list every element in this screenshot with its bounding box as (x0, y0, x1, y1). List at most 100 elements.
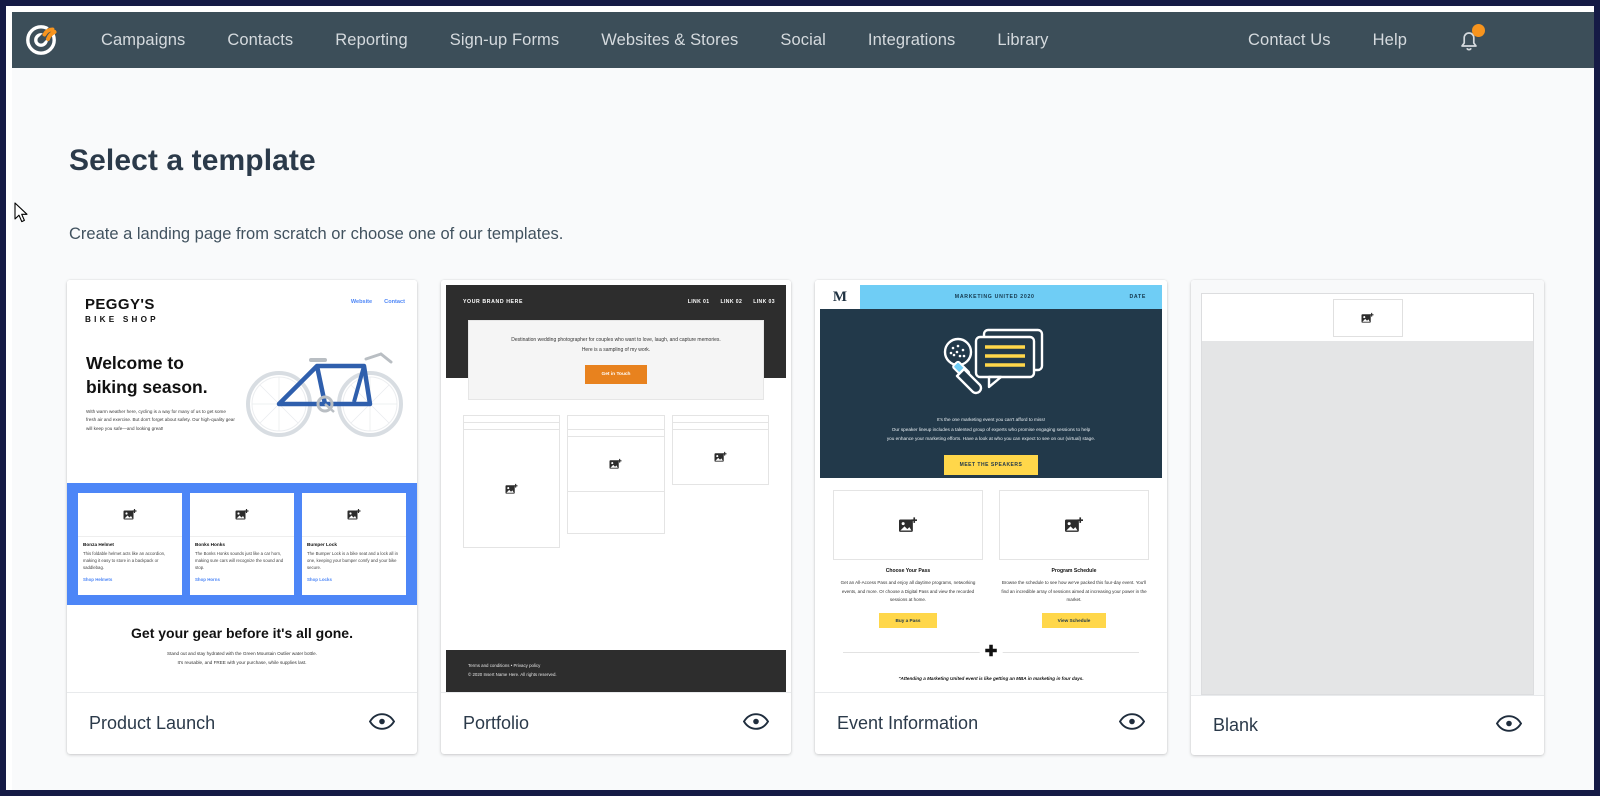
column-title: Program Schedule (1051, 568, 1096, 574)
product-title: Bumper Lock (307, 542, 401, 547)
cta-subtext: Stand out and stay hydrated with the Gre… (67, 650, 417, 667)
preview-eye-icon[interactable] (369, 713, 395, 735)
primary-nav: Campaigns Contacts Reporting Sign-up For… (80, 25, 1070, 56)
cta-heading: Get your gear before it's all gone. (67, 625, 417, 641)
preview-column: Choose Your Pass Get an All-Access Pass … (833, 490, 983, 628)
template-preview-product-launch: PEGGY'S BIKE SHOP Website Contact Welcom… (67, 280, 417, 692)
nav-item-contacts[interactable]: Contacts (206, 25, 314, 56)
image-placeholder-icon (190, 493, 294, 537)
preview-eye-icon[interactable] (743, 713, 769, 735)
page-subtitle: Create a landing page from scratch or ch… (69, 225, 563, 244)
preview-brand: PEGGY'S BIKE SHOP (85, 296, 159, 324)
preview-nav-website: Website (351, 299, 372, 305)
preview-body-copy: With warm weather here, cycling is a way… (86, 408, 236, 433)
image-placeholder-icon (672, 429, 769, 485)
notification-badge (1472, 24, 1485, 37)
browser-frame: Campaigns Contacts Reporting Sign-up For… (0, 0, 1600, 796)
product-title: Bonks Honks (195, 542, 289, 547)
preview-nav-link-01: LINK 01 (688, 299, 710, 305)
nav-item-campaigns[interactable]: Campaigns (80, 25, 206, 56)
nav-item-sign-up-forms[interactable]: Sign-up Forms (429, 25, 581, 56)
image-placeholder-icon (78, 493, 182, 537)
preview-nav-links: Website Contact (351, 299, 405, 305)
product-link: Shop Helmets (78, 571, 182, 587)
template-card-blank[interactable]: Blank (1191, 280, 1544, 755)
mouse-cursor (14, 202, 30, 226)
preview-event-date: DATE (1129, 294, 1162, 300)
product-title: Bonza Helmet (83, 542, 177, 547)
column-desc: Browse the schedule to see how we've pac… (999, 579, 1149, 605)
template-card-event-information[interactable]: M MARKETING UNITED 2020 DATE (815, 280, 1167, 754)
preview-product-strip: Bonza Helmet This foldable helmet acts l… (67, 483, 417, 605)
template-card-footer: Portfolio (441, 692, 791, 754)
footer-line-2: © 2020 Insert Name Here. All rights rese… (468, 671, 786, 680)
preview-product-item: Bonza Helmet This foldable helmet acts l… (78, 493, 182, 595)
preview-nav-link-02: LINK 02 (720, 299, 742, 305)
template-preview-portfolio: YOUR BRAND HERE LINK 01 LINK 02 LINK 03 … (441, 280, 791, 692)
template-card-footer: Blank (1191, 695, 1544, 755)
preview-nav-contact: Contact (384, 299, 405, 305)
product-link: Shop Horns (190, 571, 294, 587)
preview-headline: Welcome to biking season. (86, 352, 208, 399)
hero-cta-button: Get in Touch (585, 365, 648, 384)
brand-line-2: BIKE SHOP (85, 315, 159, 324)
preview-product-item: Bumper Lock The Bumper Lock is a bike se… (302, 493, 406, 595)
preview-event-title: MARKETING UNITED 2020 (860, 294, 1129, 300)
nav-item-social[interactable]: Social (759, 25, 847, 56)
plus-icon: ✚ (980, 644, 1003, 659)
column-desc: Get an All-Access Pass and enjoy all day… (833, 579, 983, 605)
preview-eye-icon[interactable] (1119, 713, 1145, 735)
preview-hero-button: MEET THE SPEAKERS (944, 455, 1039, 475)
template-card-footer: Product Launch (67, 692, 417, 754)
microphone-speech-bubble-icon (931, 325, 1051, 407)
nav-item-contact-us[interactable]: Contact Us (1227, 25, 1352, 56)
nav-item-help[interactable]: Help (1352, 25, 1428, 56)
template-card-product-launch[interactable]: PEGGY'S BIKE SHOP Website Contact Welcom… (67, 280, 417, 754)
product-desc: The Bumper Lock is a bike seat and a loc… (307, 550, 401, 571)
template-name: Product Launch (89, 713, 215, 734)
preview-top-bar: M MARKETING UNITED 2020 DATE (820, 285, 1162, 309)
template-card-portfolio[interactable]: YOUR BRAND HERE LINK 01 LINK 02 LINK 03 … (441, 280, 791, 754)
template-name: Portfolio (463, 713, 529, 734)
image-placeholder-icon (833, 490, 983, 560)
app-viewport: Campaigns Contacts Reporting Sign-up For… (12, 12, 1600, 796)
preview-column: Program Schedule Browse the schedule to … (999, 490, 1149, 628)
nav-item-websites-stores[interactable]: Websites & Stores (580, 25, 759, 56)
constant-contact-logo[interactable] (22, 21, 60, 59)
template-card-footer: Event Information (815, 692, 1167, 754)
preview-footer: Terms and conditions • Privacy policy © … (446, 650, 786, 692)
preview-logo: M (820, 285, 860, 309)
preview-hero-box: Destination wedding photographer for cou… (468, 320, 764, 400)
image-placeholder-icon (302, 493, 406, 537)
product-link: Shop Locks (302, 571, 406, 587)
brand-line-1: PEGGY'S (85, 296, 159, 313)
hero-text: Destination wedding photographer for cou… (511, 336, 721, 355)
image-placeholder-icon (567, 436, 664, 492)
preview-nav-link-03: LINK 03 (753, 299, 775, 305)
notifications-button[interactable] (1452, 23, 1486, 57)
top-navbar: Campaigns Contacts Reporting Sign-up For… (12, 12, 1600, 68)
preview-eye-icon[interactable] (1496, 715, 1522, 737)
column-button: Buy a Pass (879, 613, 936, 628)
preview-hero: It's the one marketing event you can't a… (820, 309, 1162, 478)
nav-item-reporting[interactable]: Reporting (314, 25, 428, 56)
nav-item-integrations[interactable]: Integrations (847, 25, 976, 56)
template-preview-blank (1191, 280, 1544, 695)
preview-product-item: Bonks Honks The Bonks Honks sounds just … (190, 493, 294, 595)
template-name: Event Information (837, 713, 978, 734)
preview-cta-block: Get your gear before it's all gone. Stan… (67, 625, 417, 667)
page-title: Select a template (69, 144, 316, 178)
image-placeholder-icon (999, 490, 1149, 560)
image-placeholder-icon (463, 429, 560, 548)
column-button: View Schedule (1042, 613, 1107, 628)
blank-canvas (1201, 293, 1534, 695)
column-title: Choose Your Pass (886, 568, 931, 574)
bicycle-illustration (239, 332, 411, 442)
secondary-nav: Contact Us Help (1227, 23, 1586, 57)
preview-columns: Choose Your Pass Get an All-Access Pass … (833, 490, 1149, 628)
nav-item-library[interactable]: Library (976, 25, 1069, 56)
template-name: Blank (1213, 715, 1258, 736)
preview-nav-links: LINK 01 LINK 02 LINK 03 (688, 299, 775, 305)
preview-hero-copy: It's the one marketing event you can't a… (856, 415, 1126, 444)
product-desc: The Bonks Honks sounds just like a car h… (195, 550, 289, 571)
